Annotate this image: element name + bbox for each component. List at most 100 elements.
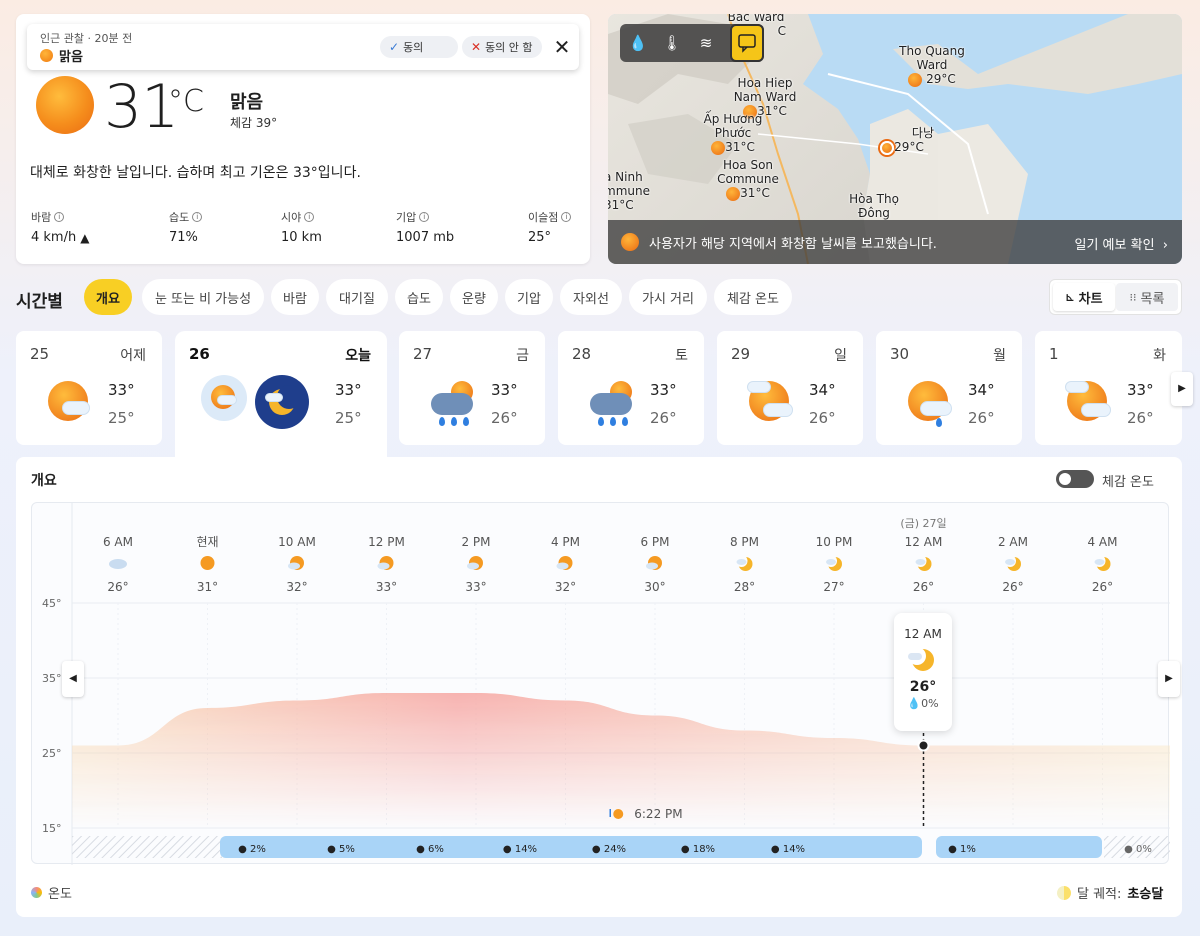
map-location-current[interactable]: 다낭 29°C <box>870 126 934 155</box>
partly-sunny-icon <box>646 556 662 570</box>
map-location-name: Ấp Hương Phước <box>703 112 763 140</box>
day-number: 29 <box>731 345 751 363</box>
info-icon[interactable]: i <box>304 212 315 222</box>
agree-label: 동의 <box>403 41 424 54</box>
map-location[interactable]: Hoa Son Commune 31°C <box>712 158 784 201</box>
wind-icon[interactable]: ≋ <box>694 31 718 55</box>
map-location-name: a Ninh mmune <box>608 170 650 198</box>
hour-temp-label: 26° <box>107 580 128 594</box>
tab-overview[interactable]: 개요 <box>84 279 132 315</box>
day-card[interactable]: 30 월 34° 26° <box>876 331 1022 445</box>
day-card[interactable]: 27 금 33° 26° <box>399 331 545 445</box>
tab-uv[interactable]: 자외선 <box>560 279 622 315</box>
day-name: 화 <box>1153 348 1166 364</box>
day-number: 28 <box>572 345 592 363</box>
stat-wind: 바람 i 4 km/h ▲ <box>31 209 89 245</box>
map-location-temp: 31°C <box>740 186 770 200</box>
stat-label: 습도 <box>169 211 190 224</box>
tab-feels-like[interactable]: 체감 온도 <box>714 279 792 315</box>
close-icon[interactable]: ✕ <box>551 34 573 60</box>
weather-map[interactable]: 💧 🌡 ≋ Bac Ward C Tho Quang Ward 29°C Hoa… <box>608 14 1182 264</box>
info-icon[interactable]: i <box>561 212 572 222</box>
info-icon[interactable]: i <box>192 212 203 222</box>
user-report-banner[interactable]: 사용자가 해당 지역에서 화창함 날씨를 보고했습니다. 일기 예보 확인 › <box>608 220 1182 264</box>
partly-sunny-icon <box>377 556 394 570</box>
agree-button[interactable]: ✓ 동의 <box>380 36 458 58</box>
day-card[interactable]: 25 어제 33° 25° <box>16 331 162 445</box>
thermometer-icon[interactable]: 🌡 <box>660 31 684 55</box>
feels-like-toggle-label: 체감 온도 <box>1102 475 1154 490</box>
next-days-button[interactable]: ▶ <box>1171 372 1193 406</box>
precipitation-icon[interactable]: 💧 <box>626 31 650 55</box>
day-high: 33° <box>335 381 362 399</box>
day-card[interactable]: 28 토 33° 26° <box>558 331 704 445</box>
sun-icon <box>40 49 53 62</box>
tab-cloud-cover[interactable]: 운량 <box>450 279 498 315</box>
stat-value: 25° <box>528 230 552 245</box>
day-name: 어제 <box>120 348 146 364</box>
map-location-temp: C <box>777 24 786 38</box>
day-card[interactable]: 29 일 34° 26° <box>717 331 863 445</box>
tab-precipitation[interactable]: 눈 또는 비 가능성 <box>142 279 264 315</box>
map-location[interactable]: Hòa Thọ Đông <box>844 192 904 220</box>
day-number: 30 <box>890 345 910 363</box>
caret-right-icon: ▶ <box>1165 673 1173 684</box>
info-icon[interactable]: i <box>419 212 430 222</box>
sun-icon <box>200 556 215 570</box>
list-view-button[interactable]: ⁝⁝ 목록 <box>1116 283 1178 311</box>
chart-next-button[interactable]: ▶ <box>1158 661 1180 697</box>
day-low: 26° <box>650 409 677 427</box>
temperature-area <box>72 693 1170 828</box>
y-tick-label: 25° <box>42 747 62 760</box>
hour-temp-label: 31° <box>197 580 218 594</box>
precip-label: ● 18% <box>681 844 715 855</box>
map-location[interactable]: Ấp Hương Phước 31°C <box>700 112 766 155</box>
map-location[interactable]: a Ninh mmune 31°C <box>608 170 656 212</box>
forecast-link[interactable]: 일기 예보 확인 › <box>1075 234 1169 253</box>
feels-like-toggle[interactable] <box>1056 470 1094 488</box>
tab-visibility[interactable]: 가시 거리 <box>629 279 707 315</box>
day-card-today[interactable]: 26 오늘 33° 25° <box>175 331 387 461</box>
day-number: 25 <box>30 345 50 363</box>
tooltip-temp: 26° <box>909 679 937 695</box>
tab-humidity[interactable]: 습도 <box>395 279 443 315</box>
temperature-unit: °C <box>168 84 204 119</box>
chart-tooltip: 12 AM 26° 💧0% <box>894 613 952 731</box>
hour-temp-label: 32° <box>286 580 307 594</box>
day-card[interactable]: 1 화 33° 26° <box>1035 331 1182 445</box>
observation-condition: 맑음 <box>40 46 83 65</box>
stat-label: 이슬점 <box>528 211 559 224</box>
day-high: 33° <box>650 381 677 399</box>
precip-hatch <box>72 836 222 858</box>
view-toggle: ⊾ 차트 ⁝⁝ 목록 <box>1049 279 1182 315</box>
precip-label: ● 5% <box>327 844 355 855</box>
hour-label: 12 PM <box>368 535 405 549</box>
chart-prev-button[interactable]: ◀ <box>62 661 84 697</box>
hourly-chart[interactable]: 45° 35° 25° 15° 6 AM 26° 현재 31° 10 AM 32° 12 PM 33… <box>31 502 1180 865</box>
info-icon[interactable]: i <box>54 212 65 222</box>
tab-wind[interactable]: 바람 <box>271 279 319 315</box>
disagree-label: 동의 안 함 <box>485 41 533 54</box>
map-location-temp: 29°C <box>894 140 924 154</box>
hourly-title: 시간별 <box>16 292 63 312</box>
stat-value: 10 km <box>281 230 322 245</box>
chart-view-button[interactable]: ⊾ 차트 <box>1053 283 1115 311</box>
night-crescent-icon <box>255 375 309 429</box>
tab-pressure[interactable]: 기압 <box>505 279 553 315</box>
temperature-legend-icon <box>31 887 42 898</box>
stat-visibility: 시야 i 10 km <box>281 209 322 245</box>
tab-air-quality[interactable]: 대기질 <box>326 279 388 315</box>
precip-label: ● 24% <box>592 844 626 855</box>
hour-label: 4 AM <box>1087 535 1117 549</box>
disagree-button[interactable]: ✕ 동의 안 함 <box>462 36 542 58</box>
map-location[interactable]: Tho Quang Ward 29°C <box>890 44 974 87</box>
sun-icon <box>36 76 94 134</box>
moon-icon <box>1057 885 1071 900</box>
map-location-name: Hoa Hiep Nam Ward <box>733 76 797 104</box>
map-location[interactable]: Bac Ward C <box>726 14 786 38</box>
map-location-temp: 31°C <box>608 198 634 212</box>
sunset-label: 6:22 PM <box>634 807 682 821</box>
tooltip-time: 12 AM <box>904 627 942 641</box>
selected-point <box>917 739 930 752</box>
caret-left-icon: ◀ <box>69 673 77 684</box>
